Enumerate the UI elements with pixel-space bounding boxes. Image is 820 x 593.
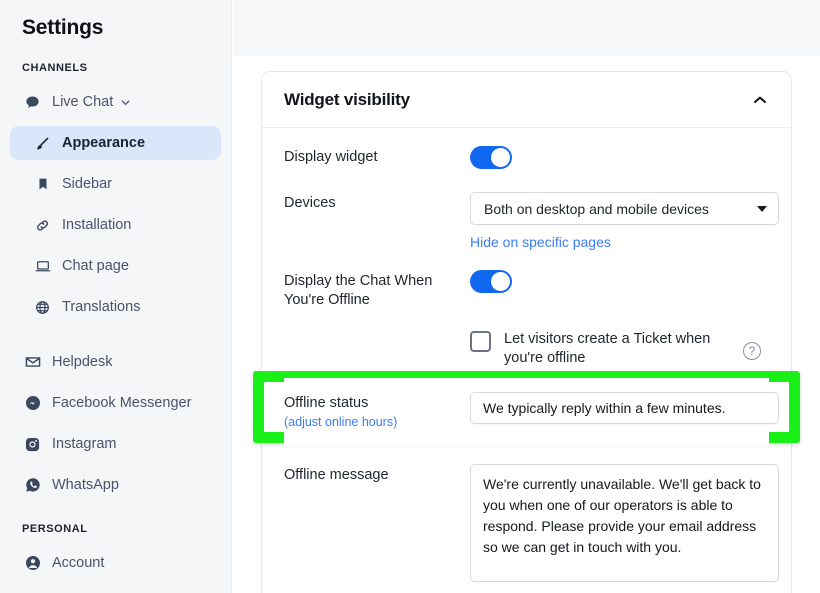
chevron-up-icon[interactable] — [749, 89, 771, 111]
row-ticket-checkbox: Let visitors create a Ticket when you're… — [284, 310, 769, 368]
sidebar-item-label: Installation — [62, 217, 132, 233]
whatsapp-icon — [22, 476, 43, 494]
row-display-offline: Display the Chat When You're Offline — [284, 252, 769, 310]
sidebar-item-translations[interactable]: Translations — [10, 290, 221, 324]
sidebar-group-label-channels: CHANNELS — [22, 62, 88, 74]
label-display-widget: Display widget — [284, 149, 378, 165]
sidebar-item-live-chat[interactable]: Live Chat — [10, 85, 221, 119]
globe-icon — [32, 298, 53, 316]
sidebar-item-appearance[interactable]: Appearance — [10, 126, 221, 160]
envelope-icon — [22, 353, 43, 371]
sidebar-item-instagram[interactable]: Instagram — [10, 427, 221, 461]
card-title: Widget visibility — [284, 89, 410, 109]
caret-down-icon — [757, 205, 767, 212]
field-offline-message: We're currently unavailable. We'll get b… — [470, 464, 779, 582]
display-offline-toggle[interactable] — [470, 270, 512, 293]
page-title: Settings — [22, 16, 104, 39]
adjust-online-hours-link[interactable]: (adjust online hours) — [284, 413, 470, 432]
sidebar-item-sidebar[interactable]: Sidebar — [10, 167, 221, 201]
label-offline-message: Offline message — [284, 467, 389, 483]
field-display-widget — [470, 146, 769, 174]
display-widget-toggle[interactable] — [470, 146, 512, 169]
messenger-icon — [22, 394, 43, 412]
row-offline-message: Offline message We're currently unavaila… — [284, 446, 779, 582]
brush-icon — [32, 134, 53, 152]
sidebar-item-label: Helpdesk — [52, 354, 113, 370]
sidebar-item-notifications[interactable]: Notifications — [10, 587, 221, 593]
content-area: Widget visibility Display widget Devices… — [233, 0, 820, 593]
sidebar-item-label: Live Chat — [52, 94, 114, 110]
sidebar: Settings CHANNELS Live Chat Appearance S… — [0, 0, 232, 593]
sidebar-item-whatsapp[interactable]: WhatsApp — [10, 468, 221, 502]
label-offline-status: Offline status (adjust online hours) — [284, 392, 470, 432]
chat-bubble-icon — [22, 93, 43, 111]
field-display-offline — [470, 270, 769, 298]
bookmark-icon — [32, 175, 53, 193]
field-offline-status: We typically reply within a few minutes. — [470, 392, 779, 424]
user-circle-icon — [22, 554, 43, 572]
instagram-icon — [22, 435, 43, 453]
sidebar-item-label: Account — [52, 555, 105, 571]
sidebar-item-label: Facebook Messenger — [52, 395, 192, 411]
card-body: Display widget Devices Both on desktop a… — [262, 128, 791, 593]
sidebar-item-installation[interactable]: Installation — [10, 208, 221, 242]
sidebar-item-facebook-messenger[interactable]: Facebook Messenger — [10, 386, 221, 420]
devices-select[interactable]: Both on desktop and mobile devices — [470, 192, 779, 225]
settings-scroll-area[interactable]: Widget visibility Display widget Devices… — [233, 56, 820, 593]
row-display-widget: Display widget — [284, 128, 769, 174]
offline-status-label-text: Offline status — [284, 395, 369, 411]
sidebar-item-label: Chat page — [62, 258, 129, 274]
link-icon — [32, 216, 53, 234]
devices-select-value: Both on desktop and mobile devices — [484, 200, 709, 217]
sidebar-item-account[interactable]: Account — [10, 546, 221, 580]
sidebar-item-label: Translations — [62, 299, 141, 315]
label-devices: Devices — [284, 195, 336, 211]
label-display-offline: Display the Chat When You're Offline — [284, 273, 433, 308]
sidebar-item-label: WhatsApp — [52, 477, 119, 493]
offline-message-textarea[interactable]: We're currently unavailable. We'll get b… — [470, 464, 779, 582]
sidebar-item-label: Instagram — [52, 436, 117, 452]
chevron-down-icon — [120, 97, 131, 108]
hide-on-specific-pages-link[interactable]: Hide on specific pages — [470, 234, 611, 250]
settings-app: Settings CHANNELS Live Chat Appearance S… — [0, 0, 820, 593]
question-mark-icon[interactable]: ? — [743, 342, 761, 360]
ticket-checkbox[interactable] — [470, 331, 491, 352]
sidebar-nav: CHANNELS Live Chat Appearance Sidebar In… — [0, 62, 231, 593]
card-header: Widget visibility — [262, 72, 791, 128]
top-bar — [233, 0, 820, 56]
toggle-knob — [491, 148, 510, 167]
offline-status-input[interactable]: We typically reply within a few minutes. — [470, 392, 779, 424]
ticket-checkbox-label: Let visitors create a Ticket when you're… — [504, 331, 711, 366]
row-devices: Devices Both on desktop and mobile devic… — [284, 174, 779, 252]
sidebar-item-label: Appearance — [62, 135, 146, 151]
row-offline-status: Offline status (adjust online hours) We … — [284, 378, 779, 446]
sidebar-item-helpdesk[interactable]: Helpdesk — [10, 345, 221, 379]
toggle-knob — [491, 272, 510, 291]
sidebar-group-label-personal: PERSONAL — [22, 523, 88, 535]
sidebar-item-chat-page[interactable]: Chat page — [10, 249, 221, 283]
widget-visibility-card: Widget visibility Display widget Devices… — [261, 71, 792, 593]
sidebar-item-label: Sidebar — [62, 176, 112, 192]
field-devices: Both on desktop and mobile devices Hide … — [470, 192, 779, 252]
laptop-icon — [32, 257, 53, 275]
